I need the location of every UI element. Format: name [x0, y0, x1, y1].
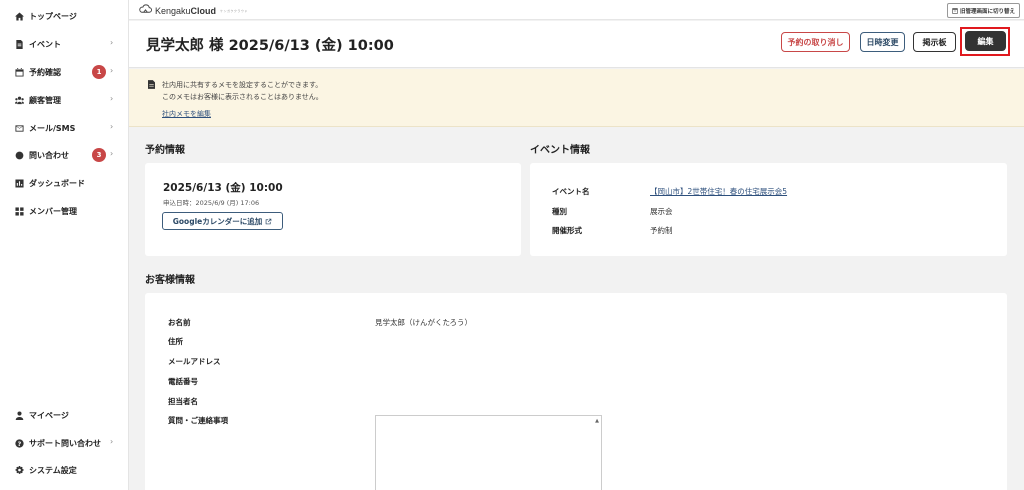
chevron-right-icon: ›: [110, 94, 114, 103]
help-icon: ?: [13, 437, 25, 449]
grid-icon: [13, 205, 25, 217]
sidebar-item-label: ダッシュボード: [29, 178, 85, 188]
notification-badge: 3: [92, 148, 106, 162]
event-format-label: 開催形式: [552, 226, 582, 235]
switch-label: 旧管理画面に切り替え: [959, 8, 1015, 15]
switch-icon: [952, 7, 958, 14]
mail-icon: [13, 122, 25, 134]
sidebar-item-dashboard[interactable]: ダッシュボード: [0, 173, 129, 193]
sidebar-item-customers[interactable]: 顧客管理 ›: [0, 90, 129, 110]
sidebar-item-label: マイページ: [29, 410, 69, 420]
notification-badge: 1: [92, 65, 106, 79]
home-icon: [13, 10, 25, 22]
logo-subtitle: ケンガククラウド: [220, 8, 248, 13]
sidebar-item-label: 予約確認: [29, 67, 61, 77]
sidebar-item-label: メール/SMS: [29, 123, 76, 133]
staff-name-label: 担当者名: [168, 397, 198, 406]
reservation-section-title: 予約情報: [145, 145, 185, 156]
chevron-right-icon: ›: [110, 66, 114, 75]
sidebar-item-inquiries[interactable]: 問い合わせ 3 ›: [0, 145, 129, 165]
customer-address-label: 住所: [168, 337, 183, 346]
sidebar-item-my-page[interactable]: マイページ: [0, 405, 129, 425]
questions-textarea[interactable]: ▲: [375, 415, 602, 490]
page-title: 見学太郎 様 2025/6/13 (金) 10:00: [146, 38, 394, 54]
sidebar-item-label: サポート問い合わせ: [29, 438, 101, 448]
questions-label: 質問・ご連絡事項: [168, 416, 228, 425]
page-header: 見学太郎 様 2025/6/13 (金) 10:00 予約の取り消し 日時変更 …: [129, 21, 1024, 68]
chevron-right-icon: ›: [110, 38, 114, 47]
internal-memo-banner: 社内用に共有するメモを設定することができます。 このメモはお客様に表示されること…: [129, 69, 1024, 127]
sidebar-item-system-settings[interactable]: システム設定: [0, 460, 129, 480]
customer-name-label: お名前: [168, 318, 191, 327]
sidebar-item-label: トップページ: [29, 11, 77, 21]
chevron-right-icon: ›: [110, 149, 114, 158]
add-to-google-calendar-button[interactable]: Googleカレンダーに追加: [162, 212, 283, 230]
logo-text: KengakuCloud: [155, 5, 217, 16]
applied-datetime: 申込日時：2025/6/9 (月) 17:06: [163, 199, 260, 207]
sidebar-item-event[interactable]: イベント ›: [0, 34, 129, 54]
sidebar: トップページ イベント › 予約確認 1 › 顧客管理 › メール/SMS › …: [0, 0, 129, 490]
users-icon: [13, 94, 25, 106]
sidebar-item-top-page[interactable]: トップページ: [0, 6, 129, 26]
customer-section-title: お客様情報: [145, 275, 195, 286]
gcal-label: Googleカレンダーに追加: [172, 216, 263, 226]
memo-icon: [148, 80, 155, 92]
sidebar-item-members[interactable]: メンバー管理: [0, 201, 129, 221]
reschedule-button[interactable]: 日時変更: [860, 32, 905, 52]
chevron-right-icon: ›: [110, 437, 114, 446]
customer-name-value: 見学太郎（けんがくたろう）: [375, 318, 473, 327]
sidebar-item-reservations[interactable]: 予約確認 1 ›: [0, 62, 129, 82]
svg-text:?: ?: [17, 440, 21, 447]
event-section-title: イベント情報: [530, 145, 590, 156]
sidebar-item-label: 問い合わせ: [29, 150, 69, 160]
event-type-value: 展示会: [650, 207, 673, 216]
sidebar-item-label: イベント: [29, 39, 61, 49]
reservation-card: 2025/6/13 (金) 10:00 申込日時：2025/6/9 (月) 17…: [145, 163, 521, 256]
calendar-icon: [13, 66, 25, 78]
reservation-datetime: 2025/6/13 (金) 10:00: [163, 182, 283, 194]
sidebar-item-label: メンバー管理: [29, 206, 77, 216]
event-format-value: 予約制: [650, 226, 673, 235]
sidebar-item-mail-sms[interactable]: メール/SMS ›: [0, 118, 129, 138]
document-icon: [13, 38, 25, 50]
memo-text: 社内用に共有するメモを設定することができます。: [162, 81, 323, 89]
memo-text: このメモはお客様に表示されることはありません。: [162, 93, 323, 101]
event-type-label: 種別: [552, 207, 567, 216]
event-card: イベント名 【岡山市】2世帯住宅！春の住宅展示会5 種別 展示会 開催形式 予約…: [530, 163, 1007, 256]
chevron-right-icon: ›: [110, 122, 114, 131]
brand-logo[interactable]: KengakuCloud ケンガククラウド: [139, 4, 248, 17]
top-bar: KengakuCloud ケンガククラウド 旧管理画面に切り替え: [129, 0, 1024, 20]
sidebar-item-support[interactable]: ? サポート問い合わせ ›: [0, 433, 129, 453]
person-icon: [13, 409, 25, 421]
bulletin-board-button[interactable]: 掲示板: [913, 32, 956, 52]
cloud-logo-icon: [139, 4, 152, 17]
customer-card: お名前 見学太郎（けんがくたろう） 住所 メールアドレス 電話番号 担当者名 質…: [145, 293, 1007, 490]
gear-icon: [13, 464, 25, 476]
event-name-link[interactable]: 【岡山市】2世帯住宅！春の住宅展示会5: [650, 186, 787, 197]
external-link-icon: [265, 218, 272, 224]
customer-email-label: メールアドレス: [168, 357, 221, 366]
scroll-up-arrow-icon[interactable]: ▲: [595, 418, 599, 424]
edit-memo-link[interactable]: 社内メモを編集: [162, 109, 211, 119]
event-name-label: イベント名: [552, 187, 590, 196]
chat-icon: [13, 149, 25, 161]
customer-phone-label: 電話番号: [168, 377, 198, 386]
switch-legacy-admin-button[interactable]: 旧管理画面に切り替え: [946, 3, 1020, 18]
edit-button[interactable]: 編集: [965, 31, 1006, 51]
sidebar-item-label: システム設定: [29, 465, 77, 475]
chart-icon: [13, 177, 25, 189]
cancel-reservation-button[interactable]: 予約の取り消し: [781, 32, 850, 52]
sidebar-item-label: 顧客管理: [29, 95, 61, 105]
